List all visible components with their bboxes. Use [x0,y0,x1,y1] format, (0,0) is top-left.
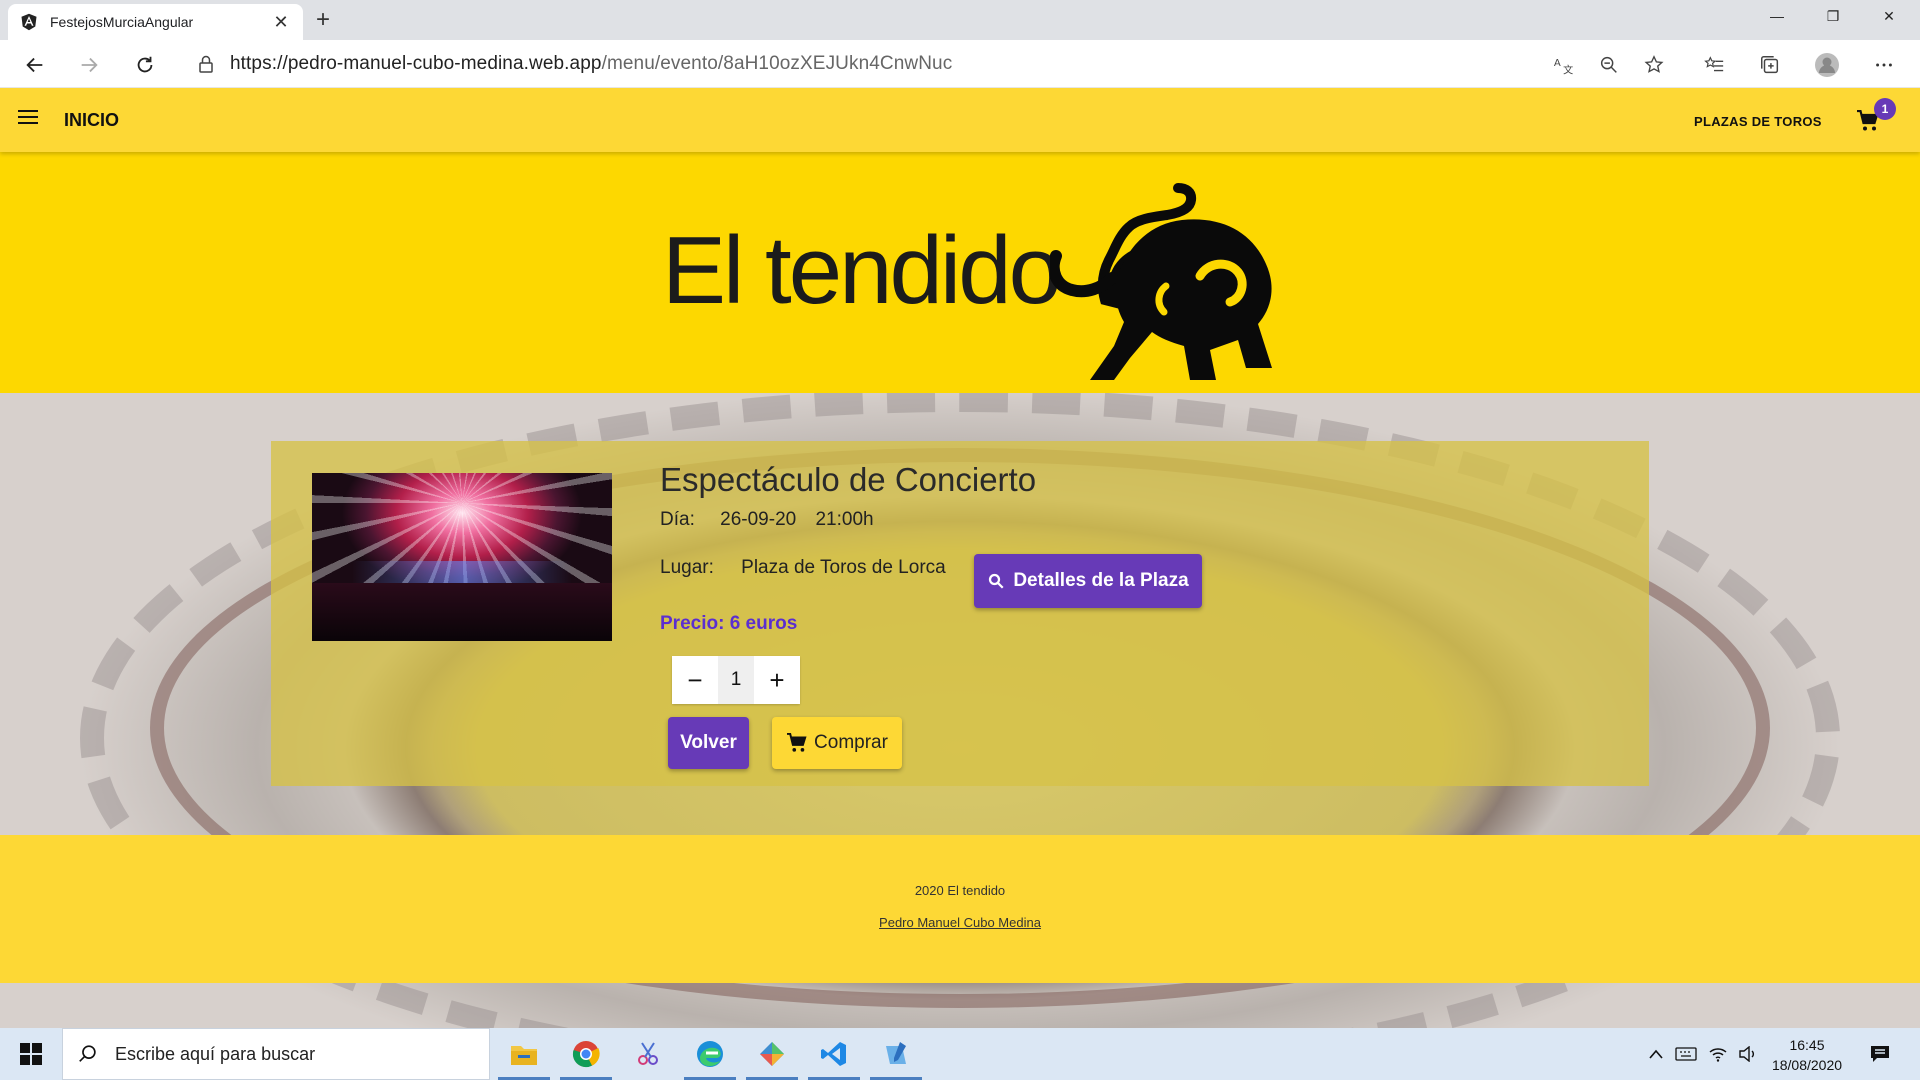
refresh-icon[interactable] [128,48,162,82]
profile-avatar-icon[interactable] [1814,52,1840,78]
event-date-row: Día: 26-09-20 21:00h [660,509,874,531]
plaza-details-button[interactable]: Detalles de la Plaza [974,554,1202,608]
clock-time: 16:45 [1789,1037,1825,1053]
more-menu-icon[interactable] [1871,52,1897,78]
angular-icon [21,13,37,31]
taskbar-search[interactable]: Escribe aquí para buscar [62,1028,490,1080]
lock-icon [199,55,213,73]
place-label: Lugar: [660,557,714,578]
buy-button[interactable]: Comprar [772,717,902,769]
vscode-icon[interactable] [804,1028,864,1080]
wifi-icon[interactable] [1704,1028,1732,1080]
new-tab-icon[interactable]: + [316,6,330,34]
file-explorer-icon[interactable] [494,1028,554,1080]
web-page: INICIO PLAZAS DE TOROS 1 El tendido Espe… [0,88,1920,1028]
window-close-icon[interactable]: ✕ [1866,0,1912,32]
chrome-icon[interactable] [556,1028,616,1080]
event-card: Espectáculo de Concierto Día: 26-09-20 2… [271,441,1649,786]
taskbar-search-placeholder: Escribe aquí para buscar [115,1043,316,1064]
date-label: Día: [660,509,695,530]
footer-copyright: 2020 El tendido [914,883,1006,898]
url-text: https://pedro-manuel-cubo-medina.web.app… [230,53,952,75]
browser-tab[interactable]: FestejosMurciaAngular ✕ [8,4,303,40]
notepad-app-icon[interactable] [866,1028,926,1080]
decrement-button[interactable]: − [672,656,718,704]
footer-author: Pedro Manuel Cubo Medina [0,915,1920,930]
notifications-icon[interactable] [1862,1028,1898,1080]
url-host: https://pedro-manuel-cubo-medina.web.app [230,53,602,74]
hero-banner: El tendido [0,152,1920,393]
volume-icon[interactable] [1734,1028,1762,1080]
edge-browser-icon[interactable] [680,1028,740,1080]
browser-tab-bar: FestejosMurciaAngular ✕ + — ❐ ✕ [0,0,1920,40]
event-title: Espectáculo de Concierto [660,461,1037,498]
search-icon [79,1045,96,1062]
taskbar-clock[interactable]: 16:45 18/08/2020 [1762,1035,1852,1075]
url-field[interactable]: https://pedro-manuel-cubo-medina.web.app… [182,48,1682,80]
site-navbar: INICIO PLAZAS DE TOROS 1 [0,88,1920,152]
address-bar: https://pedro-manuel-cubo-medina.web.app… [0,40,1920,88]
clock-date: 18/08/2020 [1771,1057,1843,1073]
favorites-list-icon[interactable] [1701,52,1727,78]
author-link[interactable]: Pedro Manuel Cubo Medina [879,915,1041,930]
event-price: Precio: 6 euros [660,613,798,634]
increment-button[interactable]: + [754,656,800,704]
plaza-details-label: Detalles de la Plaza [1013,570,1189,591]
bull-logo-icon [1050,183,1272,380]
event-place: Plaza de Toros de Lorca [741,557,946,578]
cart-button[interactable]: 1 [1856,98,1896,132]
nav-plazas-link[interactable]: PLAZAS DE TOROS [1694,114,1822,129]
back-button[interactable]: Volver [668,717,749,769]
site-logo-text: El tendido [662,217,1062,324]
taskbar: Escribe aquí para buscar 16:45 18/08/202… [0,1028,1920,1080]
quantity-stepper: − 1 + [672,656,800,704]
quantity-value[interactable]: 1 [718,656,754,704]
nav-home-link[interactable]: INICIO [64,110,119,131]
cart-count-badge: 1 [1874,98,1896,120]
minimize-icon[interactable]: — [1754,0,1800,32]
svg-text:文: 文 [1563,63,1573,76]
site-footer: 2020 El tendido Pedro Manuel Cubo Medina [0,835,1920,983]
shopping-cart-icon [787,733,807,752]
snip-tool-icon[interactable] [618,1028,678,1080]
forward-icon[interactable] [72,48,106,82]
zoom-icon[interactable] [1596,52,1622,78]
collections-icon[interactable] [1757,52,1783,78]
windows-start-icon[interactable] [0,1028,62,1080]
hamburger-menu-icon[interactable] [18,110,38,126]
close-tab-icon[interactable]: ✕ [271,12,291,33]
buy-button-label: Comprar [814,732,888,753]
search-icon [989,573,1004,589]
favorite-star-icon[interactable] [1641,52,1667,78]
event-time: 21:00h [815,509,874,530]
back-icon[interactable] [18,48,52,82]
git-client-icon[interactable] [742,1028,802,1080]
svg-text:A: A [1554,58,1561,69]
event-image [312,473,612,641]
event-date: 26-09-20 [720,509,797,530]
input-indicator-icon[interactable] [1672,1028,1700,1080]
show-hidden-icons-icon[interactable] [1644,1028,1668,1080]
tab-title: FestejosMurciaAngular [50,14,194,30]
maximize-icon[interactable]: ❐ [1810,0,1856,32]
event-place-row: Lugar: Plaza de Toros de Lorca [660,557,946,579]
url-path: /menu/evento/8aH10ozXEJUkn4CnwNuc [601,53,953,74]
translate-icon[interactable]: A文 [1551,52,1577,78]
